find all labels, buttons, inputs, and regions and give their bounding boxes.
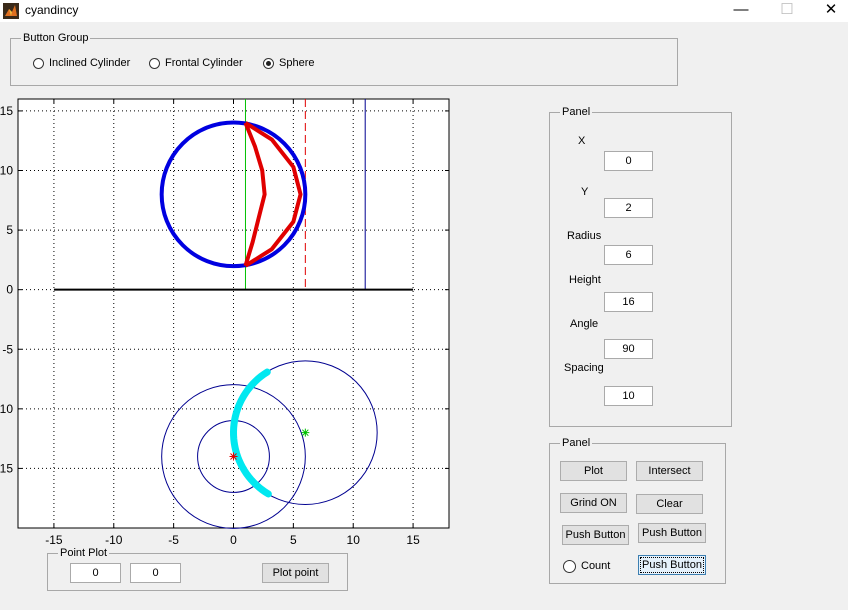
push-button-2[interactable]: Push Button <box>638 523 706 543</box>
y-tick-label: -15 <box>0 461 13 475</box>
radio-frontal-cylinder[interactable]: Frontal Cylinder <box>149 55 243 71</box>
x-tick-label: 5 <box>290 533 297 547</box>
plot-axes[interactable]: -15 -10 -5 0 5 10 15 15 10 5 0 -5 -10 -15 <box>0 93 460 548</box>
radio-indicator[interactable] <box>33 57 44 69</box>
grid-on-button[interactable]: Grind ON <box>560 493 627 513</box>
close-button[interactable]: ✕ <box>808 0 848 22</box>
angle-field[interactable] <box>604 339 653 359</box>
count-radio[interactable]: Count <box>563 558 610 574</box>
title-bar: cyandincy — ☐ ✕ <box>0 0 848 22</box>
height-label: Height <box>569 274 601 286</box>
actions-panel-label: Panel <box>560 436 593 450</box>
x-tick-label: -10 <box>105 533 123 547</box>
radio-sphere[interactable]: Sphere <box>263 55 314 71</box>
minimize-button[interactable]: — <box>718 0 764 22</box>
radius-label: Radius <box>567 230 602 242</box>
y-tick-label: 15 <box>0 104 13 118</box>
spacing-field[interactable] <box>604 386 653 406</box>
radio-label: Sphere <box>279 57 315 69</box>
radio-indicator[interactable] <box>563 559 576 573</box>
push-button-3[interactable]: Push Button <box>638 555 706 575</box>
radio-label: Inclined Cylinder <box>49 57 131 69</box>
x-tick-label: 0 <box>230 533 237 547</box>
window-title: cyandincy <box>25 3 79 17</box>
x-tick-label: -15 <box>45 533 63 547</box>
y-tick-label: 5 <box>6 223 13 237</box>
params-panel-label: Panel <box>560 105 593 119</box>
x-label: X <box>578 135 586 147</box>
point-y-field[interactable] <box>130 563 181 583</box>
matlab-icon <box>3 3 19 19</box>
y-label: Y <box>581 186 589 198</box>
intersect-button[interactable]: Intersect <box>636 461 703 481</box>
red-star-marker <box>229 452 238 461</box>
point-x-field[interactable] <box>70 563 121 583</box>
push-button-1[interactable]: Push Button <box>562 525 629 545</box>
button-group: Button Group Inclined Cylinder Frontal C… <box>10 31 678 86</box>
plot-button[interactable]: Plot <box>560 461 627 481</box>
point-plot-label: Point Plot <box>58 546 110 560</box>
radio-label: Frontal Cylinder <box>165 57 243 69</box>
x-tick-label: -5 <box>168 533 179 547</box>
y-tick-label: 10 <box>0 164 13 178</box>
spacing-label: Spacing <box>564 362 604 374</box>
radio-indicator[interactable] <box>149 57 160 69</box>
maximize-button[interactable]: ☐ <box>764 0 810 22</box>
y-tick-label: -5 <box>2 342 13 356</box>
x-field[interactable] <box>604 151 653 171</box>
y-tick-label: 0 <box>6 283 13 297</box>
count-label: Count <box>581 560 611 572</box>
radius-field[interactable] <box>604 245 653 265</box>
height-field[interactable] <box>604 292 653 312</box>
clear-button[interactable]: Clear <box>636 494 703 514</box>
plot-point-button[interactable]: Plot point <box>262 563 329 583</box>
angle-label: Angle <box>570 318 599 330</box>
button-group-label: Button Group <box>21 31 91 45</box>
radio-inclined-cylinder[interactable]: Inclined Cylinder <box>33 55 130 71</box>
x-tick-label: 10 <box>347 533 361 547</box>
x-tick-label: 15 <box>406 533 420 547</box>
radio-indicator[interactable] <box>263 57 274 69</box>
y-tick-label: -10 <box>0 402 13 416</box>
y-field[interactable] <box>604 198 653 218</box>
green-star-marker <box>301 428 310 437</box>
